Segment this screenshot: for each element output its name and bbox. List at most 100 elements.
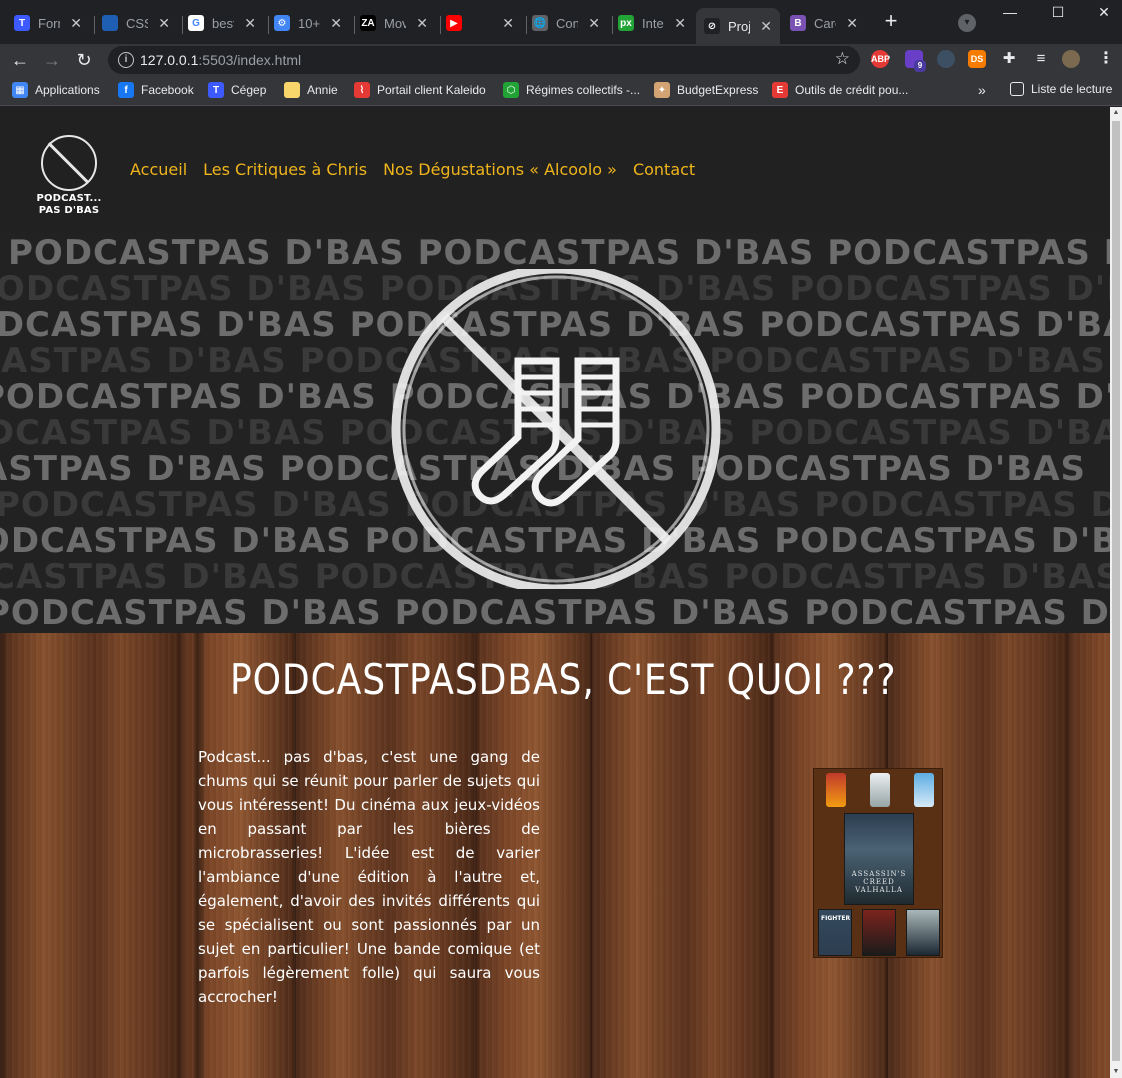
- tab-title: CSS: [126, 15, 148, 31]
- browser-tab[interactable]: 🌐 Con ✕: [524, 8, 608, 38]
- tab-close-icon[interactable]: ✕: [588, 15, 600, 32]
- reading-list-button[interactable]: Liste de lecture: [1010, 82, 1112, 96]
- bookmark-item[interactable]: f Facebook: [118, 82, 194, 98]
- tab-close-icon[interactable]: ✕: [760, 18, 772, 35]
- profile-avatar[interactable]: [1062, 50, 1080, 68]
- browser-tab[interactable]: Gbest ✕: [180, 8, 264, 38]
- site-info-icon[interactable]: i: [118, 52, 134, 68]
- browser-tab[interactable]: T Form ✕: [6, 8, 90, 38]
- about-section: PodcastPasDBas, c'est quoi ??? Podcast..…: [0, 633, 1110, 1078]
- tab-close-icon[interactable]: ✕: [244, 15, 256, 32]
- bookmark-label: Facebook: [141, 83, 194, 97]
- bookmark-item[interactable]: E Outils de crédit pou...: [772, 82, 908, 98]
- movie-poster-image: [862, 909, 896, 956]
- bookmarks-overflow-icon[interactable]: »: [978, 82, 986, 98]
- budget-icon: ✦: [654, 82, 670, 98]
- browser-tab[interactable]: ZA Mov ✕: [352, 8, 436, 38]
- browser-menu-icon[interactable]: ⋮: [1097, 50, 1115, 68]
- tab-favicon-icon: G: [188, 15, 204, 31]
- tab-close-icon[interactable]: ✕: [416, 15, 428, 32]
- beer-can-image: [870, 773, 890, 807]
- forward-icon[interactable]: →: [40, 48, 64, 72]
- tab-title: Form: [38, 15, 60, 31]
- tab-search-icon[interactable]: ▾: [958, 14, 976, 32]
- logo-text: PODCAST... PAS D'BAS: [33, 193, 105, 217]
- tab-title: Proj: [728, 18, 750, 34]
- reload-icon[interactable]: ↻: [72, 48, 96, 72]
- back-icon[interactable]: ←: [8, 48, 32, 72]
- minimize-icon[interactable]: —: [1000, 4, 1020, 20]
- tab-close-icon[interactable]: ✕: [846, 15, 858, 32]
- beer-can-image: [826, 773, 846, 807]
- url-host: 127.0.0.1: [140, 52, 199, 68]
- tab-close-icon[interactable]: ✕: [330, 15, 342, 32]
- browser-toolbar: ← → ↻ i 127.0.0.1:5503/index.html ☆ ABP …: [0, 44, 1122, 76]
- nav-link-contact[interactable]: Contact: [633, 160, 695, 179]
- tab-favicon-icon: ▶: [446, 15, 462, 31]
- nav-link-accueil[interactable]: Accueil: [130, 160, 187, 179]
- extensions-puzzle-icon[interactable]: ✚: [1000, 50, 1018, 68]
- tab-title: best: [212, 15, 234, 31]
- bookmark-item[interactable]: Annie: [284, 82, 338, 98]
- tab-favicon-icon: ⚙: [274, 15, 290, 31]
- browser-tab[interactable]: B Carc ✕: [782, 8, 866, 38]
- bookmark-label: Applications: [35, 83, 100, 97]
- reading-list-label: Liste de lecture: [1031, 82, 1113, 96]
- close-window-icon[interactable]: ✕: [1094, 4, 1114, 21]
- movie-poster-image: [906, 909, 940, 956]
- beer-can-image: [914, 773, 934, 807]
- folder-icon: [284, 82, 300, 98]
- tab-close-icon[interactable]: ✕: [158, 15, 170, 32]
- hero-banner: PODCASTPAS D'BAS PODCASTPAS D'BAS PODCAS…: [0, 233, 1110, 633]
- bookmark-star-icon[interactable]: ☆: [835, 49, 850, 69]
- bookmark-item[interactable]: ▦ Applications: [12, 82, 100, 98]
- game-poster-image: ASSASSIN'S CREED VALHALLA: [844, 813, 914, 905]
- main-nav: Accueil Les Critiques à Chris Nos Dégust…: [130, 160, 695, 179]
- media-collage-image: ASSASSIN'S CREED VALHALLA FIGHTER: [813, 768, 943, 958]
- new-tab-button[interactable]: +: [880, 10, 902, 32]
- browser-tabstrip: TForm✕CSS✕Gbest✕⚙10+✕ZAMov✕▶✕🌐Con✕pxInte…: [0, 0, 1122, 44]
- bookmark-label: Annie: [307, 83, 338, 97]
- extension-round-icon[interactable]: [937, 50, 955, 68]
- nav-link-critiques[interactable]: Les Critiques à Chris: [203, 160, 367, 179]
- browser-tab[interactable]: px Inte ✕: [610, 8, 694, 38]
- poster-title: ASSASSIN'S CREED VALHALLA: [851, 870, 907, 894]
- tab-title: 10+: [298, 15, 320, 31]
- bookmark-label: BudgetExpress: [677, 83, 759, 97]
- bookmark-item[interactable]: ⌇ Portail client Kaleido: [354, 82, 486, 98]
- browser-tab[interactable]: ⚙ 10+ ✕: [266, 8, 350, 38]
- tab-favicon-icon: B: [790, 15, 806, 31]
- media-queue-icon[interactable]: ≡: [1032, 50, 1050, 68]
- nav-link-degustations[interactable]: Nos Dégustations « Alcoolo »: [383, 160, 617, 179]
- tab-close-icon[interactable]: ✕: [502, 15, 514, 32]
- scroll-down-icon[interactable]: ▼: [1110, 1066, 1122, 1078]
- page-viewport: PODCAST... PAS D'BAS Accueil Les Critiqu…: [0, 107, 1110, 1078]
- logo-line2: PAS D'BAS: [38, 205, 100, 216]
- adblock-icon[interactable]: ABP: [871, 50, 890, 68]
- ds-extension-icon[interactable]: DS: [968, 50, 986, 68]
- address-bar[interactable]: i 127.0.0.1:5503/index.html ☆: [108, 46, 860, 74]
- bookmark-item[interactable]: ✦ BudgetExpress: [654, 82, 758, 98]
- tab-title: Inte: [642, 15, 664, 31]
- site-header: PODCAST... PAS D'BAS Accueil Les Critiqu…: [0, 107, 1110, 233]
- browser-tab[interactable]: ⊘ Proj ✕: [696, 8, 780, 44]
- bookmark-item[interactable]: T Cégep: [208, 82, 266, 98]
- url-text[interactable]: 127.0.0.1:5503/index.html: [140, 52, 301, 68]
- bookmark-item[interactable]: ⬡ Régimes collectifs -...: [503, 82, 640, 98]
- tab-close-icon[interactable]: ✕: [70, 15, 82, 32]
- about-paragraph: Podcast... pas d'bas, c'est une gang de …: [198, 748, 540, 1006]
- browser-tab[interactable]: CSS ✕: [94, 8, 178, 38]
- tab-close-icon[interactable]: ✕: [674, 15, 686, 32]
- browser-tab[interactable]: ▶ ✕: [438, 8, 522, 38]
- scroll-up-icon[interactable]: ▲: [1110, 107, 1122, 119]
- tab-title: Mov: [384, 15, 406, 31]
- tab-favicon-icon: 🌐: [532, 15, 548, 31]
- equifax-icon: E: [772, 82, 788, 98]
- tab-favicon-icon: [102, 15, 118, 31]
- maximize-icon[interactable]: ☐: [1048, 4, 1068, 21]
- tab-favicon-icon: ⊘: [704, 18, 720, 34]
- reading-list-icon: [1010, 82, 1024, 96]
- scrollbar-thumb[interactable]: [1112, 121, 1120, 1061]
- page-scrollbar[interactable]: ▲ ▼: [1110, 107, 1122, 1078]
- site-logo[interactable]: PODCAST... PAS D'BAS: [33, 135, 105, 217]
